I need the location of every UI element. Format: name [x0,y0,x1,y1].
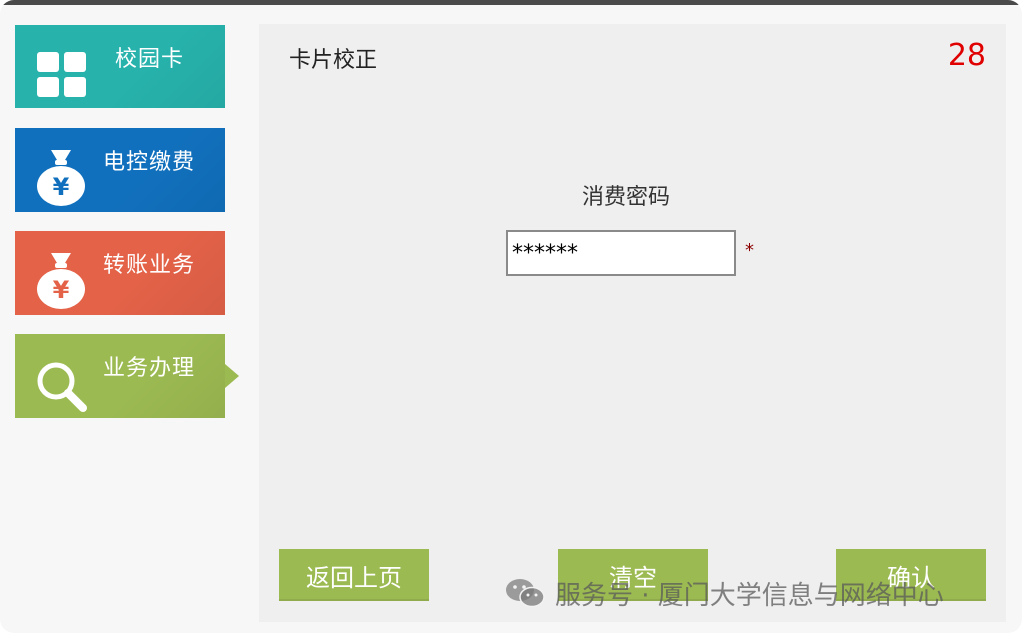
grid-icon [37,52,86,97]
countdown-timer: 28 [947,38,986,73]
money-bag-icon: ¥ [37,150,85,206]
password-input[interactable] [506,230,736,276]
sidebar-item-label: 业务办理 [103,356,196,381]
sidebar-item-electric-payment[interactable]: ¥ 电控缴费 [15,128,225,212]
main-panel: 卡片校正 28 消费密码 * 返回上页 清空 确认 [259,24,1006,622]
svg-text:¥: ¥ [53,276,70,304]
page-title: 卡片校正 [289,48,378,73]
search-icon [37,362,87,412]
money-bag-icon: ¥ [37,253,85,309]
top-border [0,0,1022,5]
sidebar-item-campus-card[interactable]: 校园卡 [15,25,225,108]
sidebar-item-transfer[interactable]: ¥ 转账业务 [15,231,225,315]
app-window: 校园卡 ¥ 电控缴费 ¥ 转账业务 业务办理 卡片校正 28 消费密码 ****… [0,0,1022,633]
wechat-icon [506,579,545,608]
sidebar-item-label: 校园卡 [115,47,185,72]
password-label: 消费密码 [582,185,671,210]
watermark-text: 服务号 · 厦门大学信息与网络中心 [555,580,944,611]
sidebar-item-label: 转账业务 [103,253,196,278]
watermark: 服务号 · 厦门大学信息与网络中心 [505,575,944,611]
svg-text:¥: ¥ [53,173,70,201]
back-button[interactable]: 返回上页 [279,549,429,601]
required-mark: * [745,240,754,261]
sidebar-item-label: 电控缴费 [103,150,196,175]
sidebar-item-business[interactable]: 业务办理 [15,334,239,418]
